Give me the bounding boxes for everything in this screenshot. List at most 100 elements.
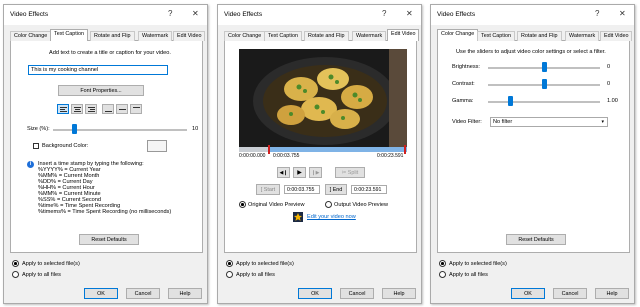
output-preview-radio[interactable]	[325, 201, 332, 208]
tab-strip: Color Change Text Caption Rotate and Fli…	[224, 29, 420, 41]
edit-video-link[interactable]: Edit your video now	[307, 214, 356, 220]
brightness-value: 0	[607, 64, 611, 70]
apply-all-label: Apply to all files	[449, 272, 488, 278]
start-button[interactable]: [ Start	[256, 184, 280, 195]
bracket-icon: ]	[329, 187, 332, 193]
tab-edit-video[interactable]: Edit Video	[173, 31, 206, 41]
timeline-start-time: 0:00:00.000	[239, 153, 266, 159]
step-back-button[interactable]: ◀❙	[277, 167, 290, 178]
help-button[interactable]: Help	[382, 288, 416, 299]
position-middle-button[interactable]	[116, 104, 128, 114]
trim-start-marker[interactable]	[268, 145, 270, 154]
output-preview-label: Output Video Preview	[334, 202, 389, 208]
trim-end-marker[interactable]	[404, 145, 406, 154]
tab-text-caption[interactable]: Text Caption	[264, 31, 302, 41]
apply-all-radio[interactable]	[12, 271, 19, 278]
align-right-button[interactable]	[85, 104, 97, 114]
tab-watermark[interactable]: Watermark	[138, 31, 173, 41]
text-caption-panel: Add text to create a title or caption fo…	[10, 41, 203, 253]
cancel-button[interactable]: Cancel	[553, 288, 587, 299]
tab-watermark[interactable]: Watermark	[352, 31, 387, 41]
position-top-button[interactable]	[130, 104, 142, 114]
tab-edit-video[interactable]: Edit Video	[387, 29, 420, 41]
ok-button[interactable]: OK	[298, 288, 332, 299]
video-editor-icon	[293, 212, 303, 222]
color-change-panel: Use the sliders to adjust video color se…	[437, 41, 630, 253]
end-button[interactable]: ] End	[325, 184, 347, 195]
close-icon[interactable]: ✕	[406, 9, 413, 18]
tab-text-caption[interactable]: Text Caption	[477, 31, 515, 41]
edit-video-panel: 0:00:00.000 0:00:03.755 0:00:23.591 ◀❙ ▶…	[224, 41, 417, 253]
split-button[interactable]: ✂ Split	[335, 167, 365, 178]
timeline-trimmed-start	[239, 147, 268, 152]
apply-selected-radio[interactable]	[12, 260, 19, 267]
position-bottom-button[interactable]	[102, 104, 114, 114]
tab-rotate-and-flip[interactable]: Rotate and Flip	[90, 31, 135, 41]
reset-defaults-button[interactable]: Reset Defaults	[79, 234, 139, 245]
gamma-slider-thumb[interactable]	[508, 96, 513, 106]
dialog-title: Video Effects	[224, 11, 263, 18]
tab-color-change[interactable]: Color Change	[437, 29, 479, 41]
help-title-button[interactable]: ?	[168, 9, 172, 18]
apply-selected-radio[interactable]	[226, 260, 233, 267]
chevron-down-icon: ▾	[601, 119, 604, 125]
cancel-button[interactable]: Cancel	[126, 288, 160, 299]
cancel-button[interactable]: Cancel	[340, 288, 374, 299]
original-preview-radio[interactable]	[239, 201, 246, 208]
ok-button[interactable]: OK	[511, 288, 545, 299]
end-time-field[interactable]: 0:00:23.591	[351, 185, 387, 194]
align-center-button[interactable]	[71, 104, 83, 114]
caption-text-input[interactable]: This is my cooking channel	[28, 65, 168, 75]
tab-rotate-and-flip[interactable]: Rotate and Flip	[304, 31, 349, 41]
split-button-label: Split	[347, 170, 359, 176]
help-button[interactable]: Help	[168, 288, 202, 299]
close-icon[interactable]: ✕	[619, 9, 626, 18]
tab-watermark[interactable]: Watermark	[565, 31, 600, 41]
apply-selected-radio[interactable]	[439, 260, 446, 267]
align-left-button[interactable]	[57, 104, 69, 114]
dialog-title: Video Effects	[10, 11, 49, 18]
ok-button[interactable]: OK	[84, 288, 118, 299]
background-color-checkbox[interactable]	[33, 143, 39, 149]
title-bar: Video Effects ? ✕	[431, 5, 634, 25]
gamma-slider-track[interactable]	[488, 101, 600, 103]
apply-all-radio[interactable]	[226, 271, 233, 278]
timeline-current-time: 0:00:03.755	[273, 153, 300, 159]
scissors-icon: ✂	[341, 170, 347, 176]
timeline-end-time: 0:00:23.591	[377, 153, 404, 159]
video-filter-select[interactable]: No filter ▾	[490, 117, 608, 127]
apply-all-label: Apply to all files	[22, 272, 61, 278]
apply-selected-label: Apply to selected file(s)	[236, 261, 294, 267]
tab-color-change[interactable]: Color Change	[10, 31, 52, 41]
close-icon[interactable]: ✕	[192, 9, 199, 18]
start-time-field[interactable]: 0:00:03.755	[284, 185, 320, 194]
background-color-swatch[interactable]	[147, 140, 167, 152]
video-effects-dialog-edit-video: Video Effects ? ✕ Color Change Text Capt…	[217, 4, 422, 304]
help-button[interactable]: Help	[595, 288, 629, 299]
reset-defaults-button[interactable]: Reset Defaults	[506, 234, 566, 245]
size-slider-thumb[interactable]	[72, 124, 77, 134]
apply-selected-label: Apply to selected file(s)	[449, 261, 507, 267]
help-title-button[interactable]: ?	[595, 9, 599, 18]
bracket-icon: [	[260, 187, 263, 193]
font-properties-button[interactable]: Font Properties...	[58, 85, 144, 96]
apply-all-radio[interactable]	[439, 271, 446, 278]
help-title-button[interactable]: ?	[382, 9, 386, 18]
tab-text-caption[interactable]: Text Caption	[50, 29, 88, 41]
dialog-title: Video Effects	[437, 11, 476, 18]
gamma-value: 1.00	[607, 98, 618, 104]
contrast-slider-thumb[interactable]	[542, 79, 547, 89]
original-preview-label: Original Video Preview	[248, 202, 305, 208]
timestamp-line: %timems% = Time Spent Recording (no mill…	[38, 209, 172, 215]
tab-color-change[interactable]: Color Change	[224, 31, 266, 41]
contrast-label: Contrast:	[452, 81, 475, 87]
title-bar: Video Effects ? ✕	[4, 5, 207, 25]
gamma-label: Gamma:	[452, 98, 474, 104]
tab-strip: Color Change Text Caption Rotate and Fli…	[437, 29, 633, 41]
tab-rotate-and-flip[interactable]: Rotate and Flip	[517, 31, 562, 41]
play-button[interactable]: ▶	[293, 167, 306, 178]
step-forward-button[interactable]: ❙▶	[309, 167, 322, 178]
color-intro: Use the sliders to adjust video color se…	[456, 49, 606, 55]
brightness-slider-thumb[interactable]	[542, 62, 547, 72]
tab-edit-video[interactable]: Edit Video	[600, 31, 633, 41]
